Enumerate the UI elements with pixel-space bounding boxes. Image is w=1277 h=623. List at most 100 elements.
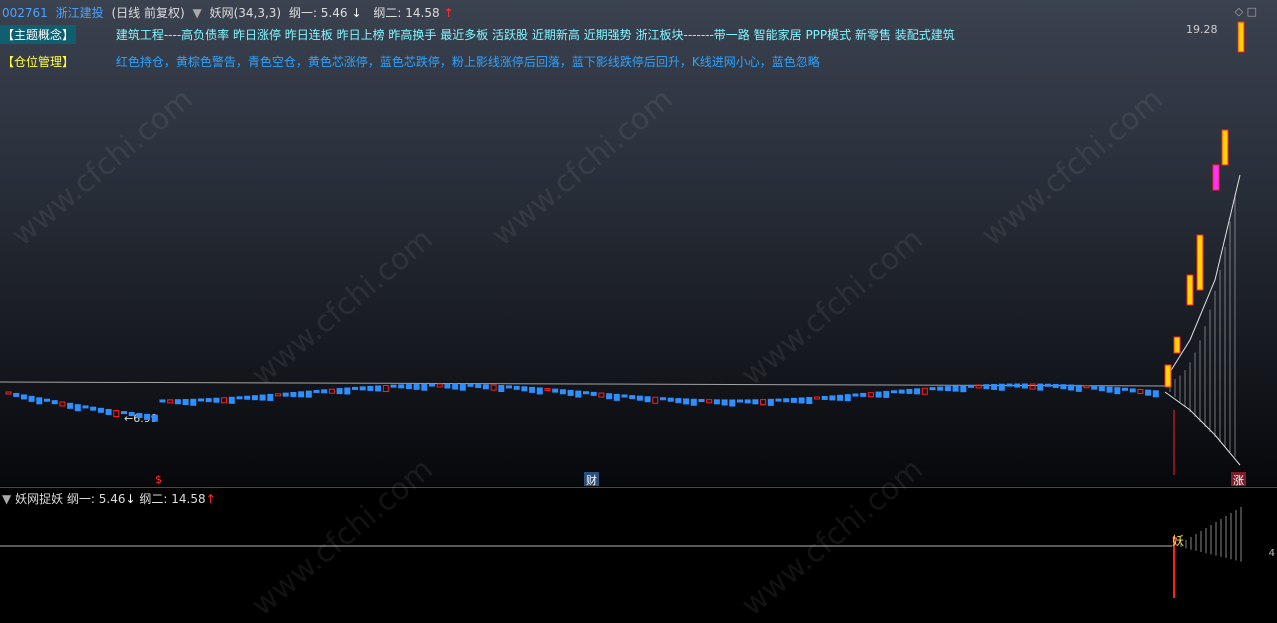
- candle: [1045, 383, 1051, 387]
- candle: [652, 396, 659, 404]
- candle: [128, 412, 135, 417]
- candle: [1122, 387, 1128, 391]
- candle: [221, 397, 228, 404]
- candle: [644, 396, 651, 403]
- candle: [583, 391, 589, 395]
- candle: [113, 410, 120, 418]
- candle: [767, 398, 774, 406]
- candle: [891, 390, 897, 394]
- candle: [821, 395, 828, 400]
- candle: [205, 398, 212, 403]
- candle: [929, 387, 936, 391]
- candle: [944, 386, 951, 392]
- candle: [667, 397, 674, 402]
- candle: [1145, 389, 1152, 396]
- sub-chart-pane[interactable]: ▼ 妖网捉妖 纲一: 5.46↓ 纲二: 14.58↑ 妖 4: [0, 487, 1277, 598]
- candle: [344, 387, 351, 395]
- candle: [1014, 383, 1021, 388]
- candle: [121, 411, 127, 415]
- candle: [683, 398, 690, 405]
- candle: [459, 383, 466, 391]
- candle: [36, 397, 43, 405]
- candle: [1098, 386, 1105, 392]
- candle: [521, 386, 528, 392]
- finance-marker[interactable]: 财: [584, 472, 599, 486]
- candle: [752, 399, 759, 405]
- sub-axis-tick: 4: [1268, 548, 1275, 559]
- candle: [790, 397, 797, 403]
- candle: [1075, 384, 1082, 392]
- candle: [675, 398, 682, 404]
- limit-up-candle: [1212, 164, 1220, 191]
- candle: [336, 388, 343, 395]
- candle: [729, 399, 736, 407]
- candle: [937, 386, 944, 391]
- candle: [452, 383, 459, 390]
- candle: [305, 390, 312, 398]
- candle: [559, 389, 566, 395]
- candle: [636, 395, 643, 401]
- candle: [328, 388, 335, 394]
- candle: [282, 392, 289, 397]
- candle: [914, 388, 921, 395]
- candle: [405, 384, 412, 390]
- limit-up-candle: [1237, 21, 1245, 53]
- candle: [444, 383, 451, 389]
- candle: [82, 405, 89, 409]
- candle: [1037, 383, 1044, 391]
- candle: [552, 388, 559, 393]
- candle: [829, 395, 836, 401]
- candle: [906, 388, 913, 394]
- candle: [1137, 389, 1144, 395]
- limit-up-candle: [1173, 336, 1181, 354]
- candle: [236, 396, 243, 400]
- candle: [67, 402, 74, 409]
- candle: [28, 395, 35, 402]
- sub-net-chart[interactable]: [0, 488, 1277, 598]
- candle: [213, 397, 220, 403]
- candle: [251, 395, 258, 401]
- candle: [228, 396, 235, 404]
- candle: [482, 384, 489, 390]
- candle: [1068, 384, 1075, 391]
- candle: [1129, 388, 1136, 393]
- limit-up-marker[interactable]: 涨: [1231, 472, 1246, 486]
- candle: [737, 399, 743, 403]
- candle: [275, 393, 281, 397]
- candle: [921, 387, 928, 395]
- candle: [775, 398, 782, 402]
- candle: [398, 384, 405, 389]
- candle: [1091, 385, 1098, 390]
- candle: [575, 390, 582, 398]
- candle: [151, 414, 158, 422]
- limit-up-candle: [1196, 234, 1204, 291]
- limit-up-candle: [1221, 129, 1229, 166]
- candle: [606, 393, 613, 400]
- candle: [475, 384, 482, 389]
- candle: [621, 394, 628, 398]
- candle: [529, 386, 536, 393]
- candle: [298, 391, 305, 398]
- main-chart-pane[interactable]: 002761 浙江建投 (日线 前复权) ▼ 妖网(34,3,3) 纲一: 5.…: [0, 0, 1277, 486]
- candle: [51, 400, 58, 405]
- candlestick-chart[interactable]: [0, 0, 1277, 486]
- candle: [852, 393, 859, 397]
- candle: [991, 383, 998, 390]
- candle: [352, 386, 358, 390]
- candle: [960, 385, 967, 393]
- candle: [983, 384, 990, 390]
- candle: [382, 385, 389, 393]
- candle: [1006, 383, 1013, 387]
- candle: [867, 392, 874, 398]
- candle: [613, 393, 620, 401]
- candle: [74, 404, 81, 412]
- candle: [259, 394, 266, 401]
- candle: [1060, 384, 1067, 390]
- candle: [544, 388, 551, 392]
- candle: [421, 383, 428, 391]
- net-lower: [1164, 391, 1241, 466]
- candle: [144, 413, 151, 420]
- candle: [198, 398, 204, 402]
- dollar-marker[interactable]: $: [155, 473, 162, 486]
- candle: [359, 386, 366, 391]
